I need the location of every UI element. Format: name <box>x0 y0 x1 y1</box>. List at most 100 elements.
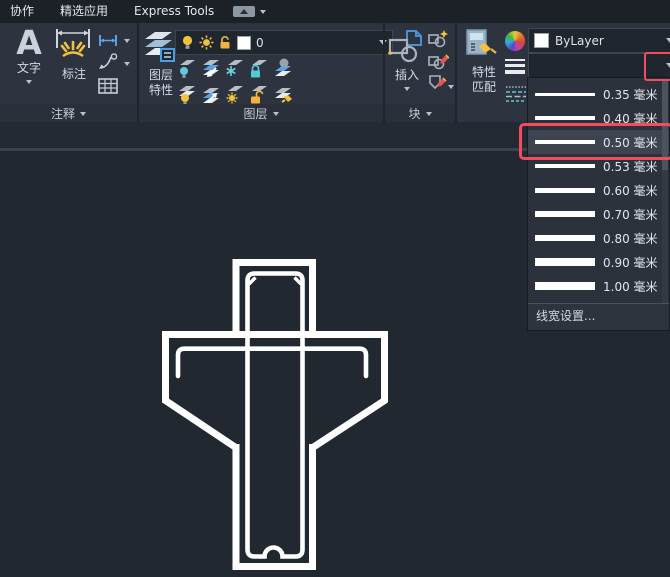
color-combo-caret-icon[interactable] <box>666 38 670 47</box>
lineweight-dropdown: 0.35 毫米 0.40 毫米 0.50 毫米 0.53 毫米 0.60 毫米 … <box>527 77 670 331</box>
block-label: 块 <box>408 106 421 121</box>
panel-annotate: A 文字 标注 注释 <box>0 23 137 122</box>
annotate-label: 注释 <box>50 106 75 121</box>
insert-button[interactable]: 插入 <box>388 28 426 94</box>
create-block-button[interactable] <box>428 30 449 53</box>
lineweight-option[interactable]: 0.40 毫米 <box>528 106 669 130</box>
layers-expand-caret-icon <box>272 111 279 119</box>
lineweight-sample <box>535 187 595 193</box>
text-dropdown-caret-icon[interactable] <box>26 80 32 87</box>
lineweight-option[interactable]: 0.53 毫米 <box>528 154 669 178</box>
lineweight-option-label: 0.35 毫米 <box>603 87 658 102</box>
lineweight-sample <box>535 163 595 169</box>
lineweight-list: 0.35 毫米 0.40 毫米 0.50 毫米 0.53 毫米 0.60 毫米 … <box>528 78 669 306</box>
collapse-arrow-icon <box>240 5 249 14</box>
annotate-expand-caret-icon <box>80 111 86 119</box>
current-layer-name: 0 <box>256 35 264 50</box>
lineweight-option[interactable]: 0.50 毫米 <box>528 130 669 154</box>
text-button[interactable]: A 文字 <box>10 25 48 87</box>
leader-icon <box>99 53 118 69</box>
linetype-icon[interactable] <box>505 85 527 106</box>
panel-label-annotate[interactable]: 注释 <box>0 104 137 122</box>
layer-props-label-2: 特性 <box>148 83 173 97</box>
linear-dimension-icon <box>99 35 117 46</box>
menu-featured-apps[interactable]: 精选应用 <box>47 0 121 23</box>
dimension-icon <box>56 29 90 58</box>
layer-off-button[interactable] <box>176 57 198 83</box>
object-color-value: ByLayer <box>555 33 604 48</box>
match-properties-button[interactable]: 特性 匹配 <box>465 28 503 95</box>
insert-caret-icon[interactable] <box>404 87 410 94</box>
lineweight-option-label: 0.90 毫米 <box>603 255 658 270</box>
scrollbar-thumb[interactable] <box>662 80 668 170</box>
layer-select-combo[interactable]: 0 <box>175 30 393 55</box>
lineweight-option-label: 0.80 毫米 <box>603 231 658 246</box>
lineweight-sample <box>535 116 595 120</box>
lineweight-option[interactable]: 0.60 毫米 <box>528 178 669 202</box>
lineweight-combo-caret-icon[interactable] <box>666 63 670 72</box>
layer-isolate-button[interactable] <box>200 57 222 83</box>
layer-properties-icon <box>145 32 175 62</box>
object-color-swatch <box>534 33 549 48</box>
lineweight-sample <box>535 234 595 242</box>
object-color-combo[interactable]: ByLayer <box>528 28 670 53</box>
wing-rebar-line <box>175 346 369 379</box>
layers-label: 图层 <box>243 106 268 121</box>
panel-label-block[interactable]: 块 <box>385 104 455 122</box>
lineweight-sample <box>535 140 595 144</box>
layer-color-swatch <box>237 35 251 50</box>
lineweight-option[interactable]: 0.35 毫米 <box>528 82 669 106</box>
lineweight-sample <box>535 258 595 266</box>
text-tool-icon: A <box>16 23 42 62</box>
right-wing-outline <box>310 337 388 451</box>
lineweight-option-label: 0.50 毫米 <box>603 135 658 150</box>
table-button[interactable] <box>98 78 118 98</box>
edit-attributes-caret-icon[interactable] <box>448 85 454 92</box>
stirrup-line <box>245 271 305 559</box>
layer-order-button[interactable] <box>272 57 294 83</box>
menu-collaborate[interactable]: 协作 <box>0 0 47 23</box>
top-menu-bar: 协作 精选应用 Express Tools <box>0 0 670 23</box>
layer-on-bulb-icon <box>182 35 193 49</box>
linear-dim-caret-icon[interactable] <box>124 39 130 46</box>
lineweight-option-label: 0.53 毫米 <box>603 159 658 174</box>
menu-express-tools[interactable]: Express Tools <box>121 0 227 23</box>
lineweight-list-icon[interactable] <box>505 59 525 77</box>
lineweight-option[interactable]: 1.00 毫米 <box>528 274 669 298</box>
stirrup-hook-ticks <box>247 276 303 286</box>
leader-button[interactable] <box>98 53 118 74</box>
layer-props-label-1: 图层 <box>148 68 173 82</box>
match-properties-icon <box>466 29 497 55</box>
layer-freeze-button[interactable] <box>224 57 246 83</box>
lineweight-settings-item[interactable]: 线宽设置... <box>528 303 669 330</box>
dimension-button[interactable]: 标注 <box>53 27 95 82</box>
lineweight-option-label: 0.70 毫米 <box>603 207 658 222</box>
ribbon-collapse-button[interactable] <box>233 5 256 17</box>
ribbon-options-caret-icon[interactable] <box>260 10 267 17</box>
insert-button-label: 插入 <box>394 68 419 82</box>
edit-block-button[interactable] <box>428 52 450 75</box>
color-wheel-icon[interactable] <box>505 31 525 51</box>
lineweight-combo[interactable] <box>528 53 670 78</box>
linear-dim-button[interactable] <box>98 32 118 51</box>
layer-unlock-icon <box>220 36 230 49</box>
lineweight-option[interactable]: 0.90 毫米 <box>528 250 669 274</box>
match-props-label-2: 匹配 <box>471 80 496 94</box>
lineweight-option[interactable]: 0.70 毫米 <box>528 202 669 226</box>
lineweight-sample <box>535 92 595 96</box>
block-expand-caret-icon <box>425 111 432 119</box>
edit-attributes-button[interactable] <box>428 74 449 98</box>
table-icon <box>98 78 118 94</box>
lineweight-sample <box>535 211 595 217</box>
panel-layers: 图层 特性 0 图层 <box>139 23 393 122</box>
lineweight-sample <box>535 281 595 291</box>
lineweight-option-label: 0.60 毫米 <box>603 183 658 198</box>
panel-block: 插入 块 <box>385 23 455 122</box>
layer-lock-button[interactable] <box>248 57 270 83</box>
text-button-label: 文字 <box>16 61 41 75</box>
match-props-label-1: 特性 <box>471 65 496 79</box>
lineweight-option[interactable]: 0.80 毫米 <box>528 226 669 250</box>
leader-caret-icon[interactable] <box>124 62 130 69</box>
dropdown-scrollbar[interactable] <box>662 80 668 304</box>
panel-label-layers[interactable]: 图层 <box>139 104 383 122</box>
